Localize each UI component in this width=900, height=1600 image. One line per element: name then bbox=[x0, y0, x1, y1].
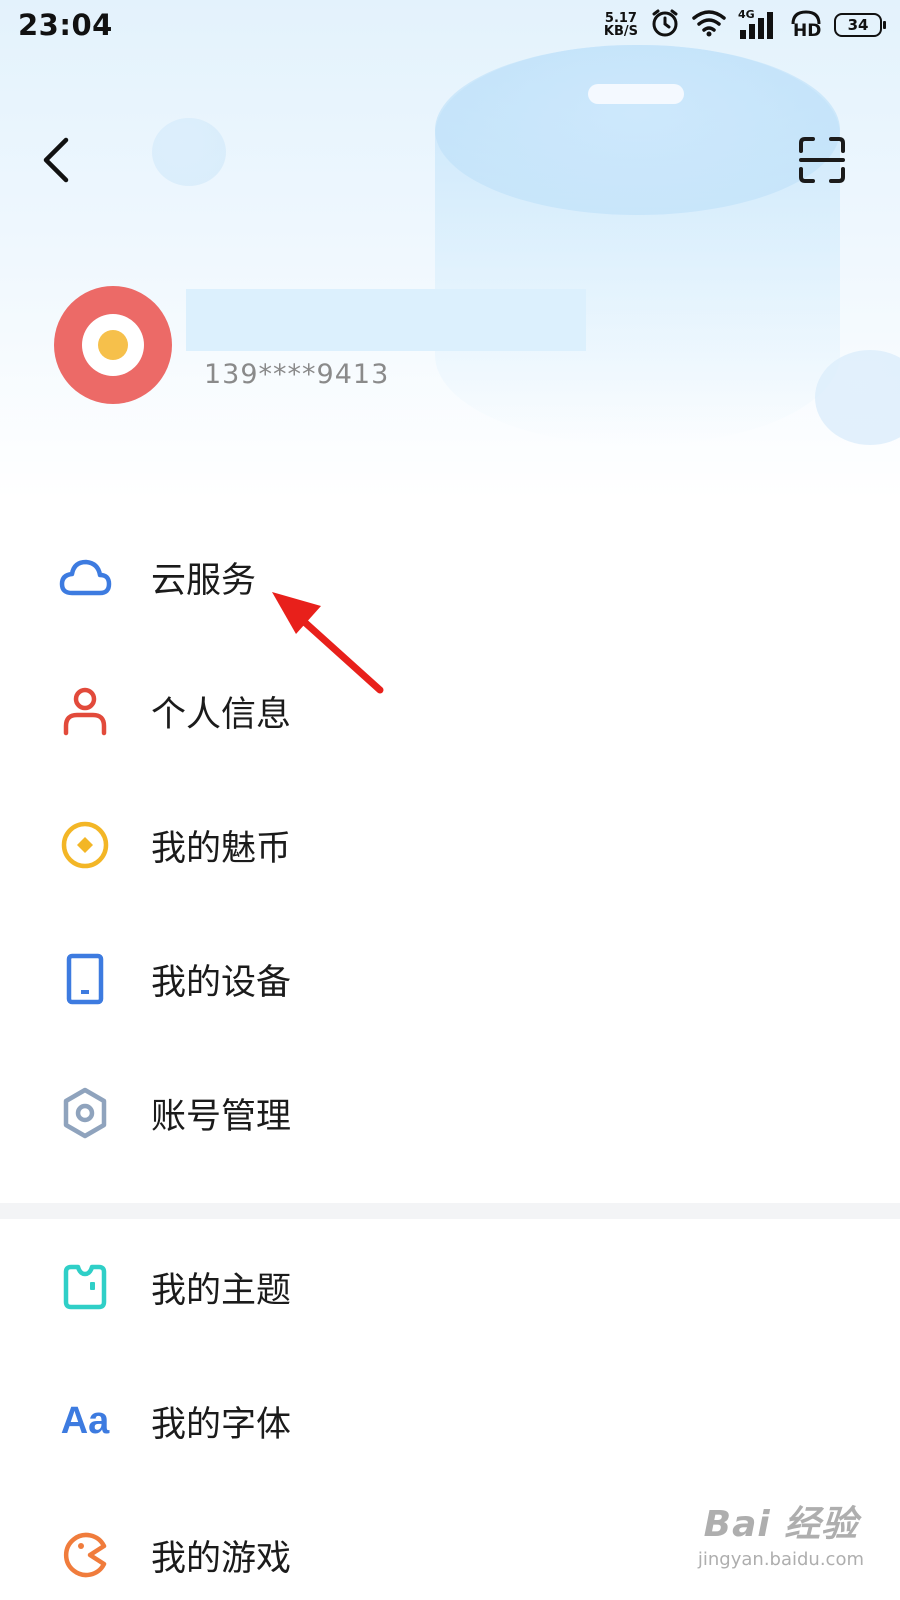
person-icon bbox=[58, 684, 112, 738]
status-bar: 23:04 5.17 KB/S 4G HD 34 bbox=[0, 0, 900, 50]
cellular-signal-icon: 4G bbox=[738, 8, 778, 40]
theme-icon bbox=[58, 1260, 112, 1314]
menu-item-personal-info[interactable]: 个人信息 bbox=[0, 644, 900, 778]
coin-icon bbox=[58, 818, 112, 872]
chevron-left-icon bbox=[43, 137, 69, 183]
menu-item-my-themes[interactable]: 我的主题 bbox=[0, 1220, 900, 1354]
menu-label: 我的字体 bbox=[151, 1404, 292, 1445]
hd-label: HD bbox=[793, 21, 822, 41]
menu-group-account: 云服务 个人信息 我的魅币 我的设备 账号管理 bbox=[0, 510, 900, 1180]
menu-item-account-management[interactable]: 账号管理 bbox=[0, 1046, 900, 1180]
decorative-cylinder-top bbox=[435, 45, 840, 215]
device-icon bbox=[58, 952, 112, 1006]
menu-label: 我的设备 bbox=[151, 962, 292, 1003]
egg-yolk bbox=[98, 330, 128, 360]
decorative-bubble bbox=[152, 118, 226, 186]
menu-item-my-devices[interactable]: 我的设备 bbox=[0, 912, 900, 1046]
username-redacted bbox=[186, 289, 586, 351]
watermark-url: jingyan.baidu.com bbox=[697, 1549, 864, 1570]
menu-item-cloud-service[interactable]: 云服务 bbox=[0, 510, 900, 644]
status-icons: 5.17 KB/S 4G HD 34 bbox=[604, 8, 886, 42]
battery-level: 34 bbox=[847, 16, 869, 34]
wifi-icon bbox=[692, 9, 726, 41]
net-speed-unit: KB/S bbox=[603, 24, 638, 39]
avatar[interactable] bbox=[54, 286, 172, 404]
gear-icon bbox=[58, 1086, 112, 1140]
watermark-logo: Bai 经验 bbox=[703, 1504, 859, 1545]
scan-button[interactable] bbox=[790, 128, 854, 192]
menu-item-my-coins[interactable]: 我的魅币 bbox=[0, 778, 900, 912]
profile-section[interactable]: 139****9413 bbox=[54, 286, 586, 404]
scan-icon bbox=[799, 137, 845, 183]
section-divider bbox=[0, 1203, 900, 1219]
menu-label: 我的魅币 bbox=[151, 828, 292, 869]
header-background bbox=[0, 0, 900, 500]
menu-label: 个人信息 bbox=[151, 694, 292, 735]
net-speed: 5.17 KB/S bbox=[604, 12, 638, 38]
menu-label: 云服务 bbox=[151, 560, 257, 601]
menu-label: 我的主题 bbox=[151, 1270, 292, 1311]
decorative-pill bbox=[588, 84, 684, 104]
battery-icon: 34 bbox=[834, 13, 886, 37]
watermark: Bai 经验 jingyan.baidu.com bbox=[698, 1495, 864, 1570]
menu-label: 账号管理 bbox=[151, 1096, 292, 1137]
back-button[interactable] bbox=[24, 128, 88, 192]
game-icon bbox=[58, 1528, 112, 1582]
menu-label: 我的游戏 bbox=[151, 1538, 292, 1579]
phone-number: 139****9413 bbox=[204, 359, 390, 390]
fried-egg-icon bbox=[82, 314, 144, 376]
status-time: 23:04 bbox=[18, 8, 113, 42]
hd-call-icon: HD bbox=[790, 10, 822, 41]
font-icon-glyph: Aa bbox=[60, 1399, 110, 1442]
cloud-icon bbox=[58, 550, 112, 604]
alarm-icon bbox=[650, 8, 680, 42]
menu-item-my-fonts[interactable]: Aa 我的字体 bbox=[0, 1354, 900, 1488]
font-icon: Aa bbox=[58, 1394, 112, 1448]
